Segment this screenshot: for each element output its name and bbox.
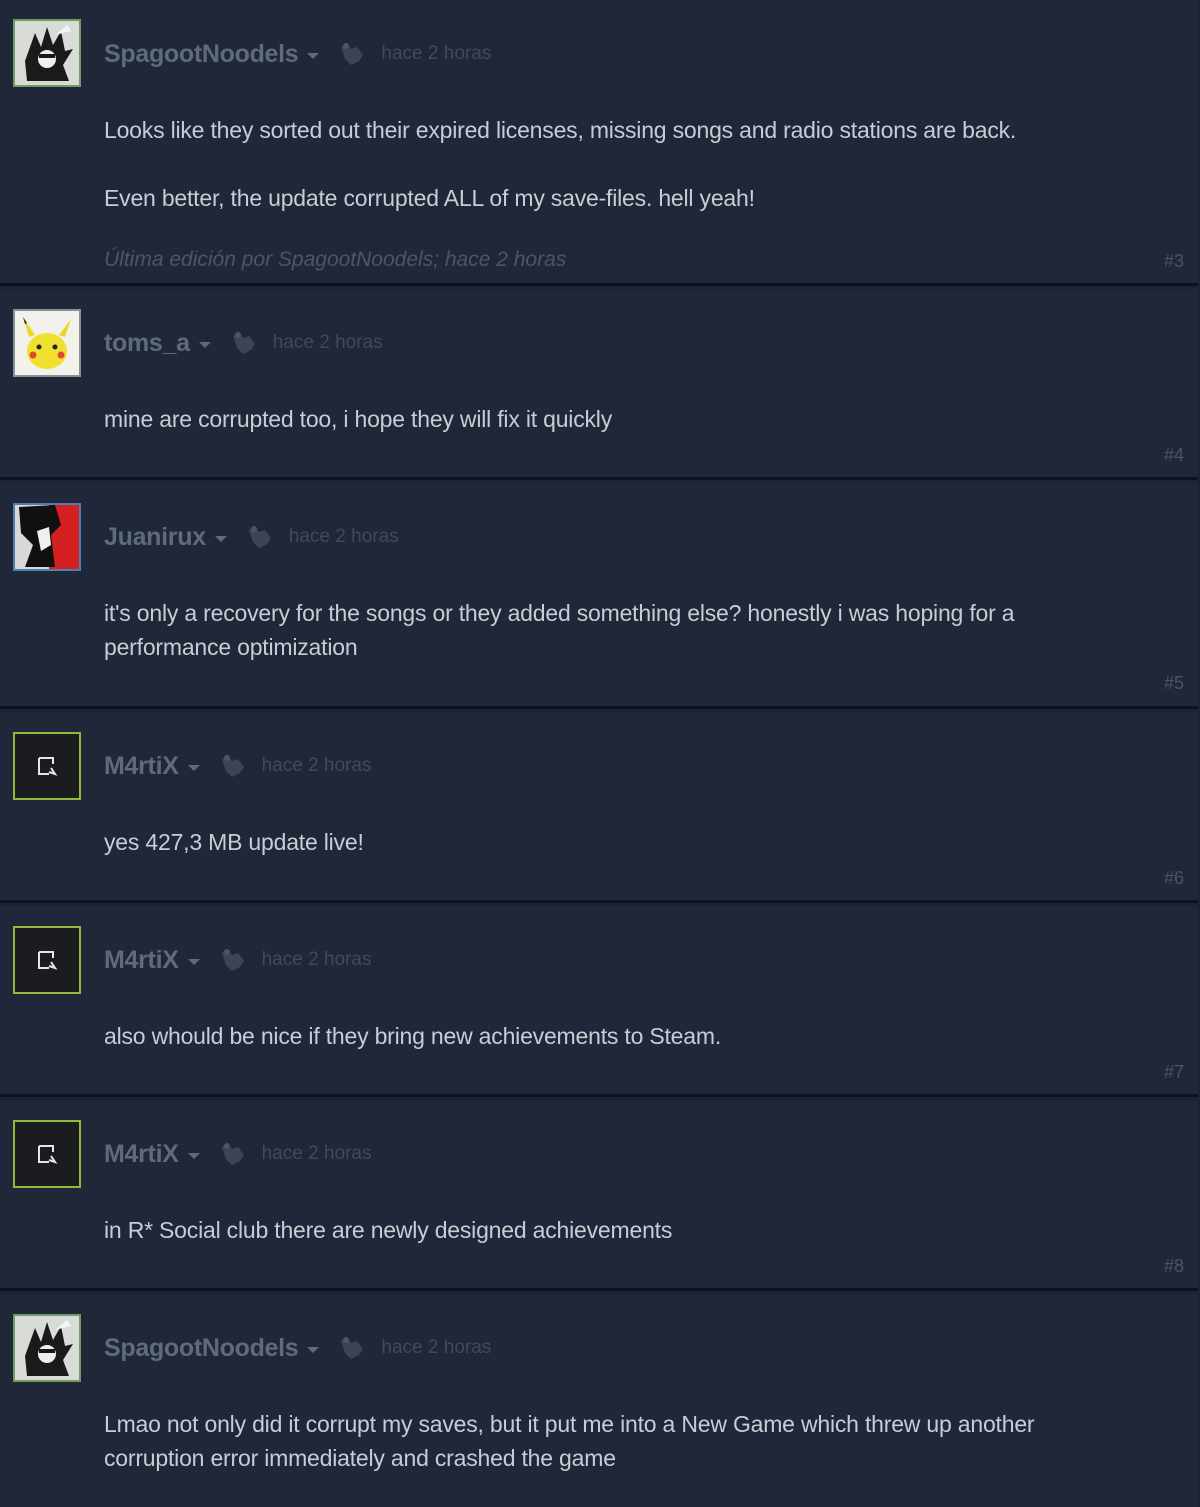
- chevron-down-icon[interactable]: [187, 1152, 200, 1159]
- comment-number[interactable]: #7: [1164, 1062, 1184, 1083]
- comment-paragraph: in R* Social club there are newly design…: [104, 1217, 673, 1243]
- chevron-down-icon[interactable]: [307, 52, 320, 59]
- comment-thread: SpagootNoodels hace 2 horas Looks like t…: [0, 0, 1200, 1507]
- edit-note: Última edición por SpagootNoodels; hace …: [104, 248, 567, 271]
- comment: SpagootNoodels hace 2 horas Lmao not onl…: [0, 1294, 1198, 1507]
- award-hand-icon[interactable]: [218, 947, 248, 973]
- comment: toms_a hace 2 horas mine are corrupted t…: [0, 289, 1198, 480]
- comment-number[interactable]: #3: [1164, 251, 1184, 272]
- comment: M4rtiX hace 2 horas yes 427,3 MB update …: [0, 712, 1198, 903]
- post-time[interactable]: hace 2 horas: [273, 332, 383, 354]
- comment-body: in R* Social club there are newly design…: [104, 1213, 1118, 1247]
- avatar[interactable]: [13, 926, 81, 994]
- spiky-hair-anime-avatar-icon: [15, 21, 79, 85]
- avatar[interactable]: [13, 309, 81, 377]
- comment-header: Juanirux hace 2 horas: [104, 519, 399, 555]
- chevron-down-icon[interactable]: [307, 1346, 320, 1353]
- chevron-down-icon[interactable]: [187, 958, 200, 965]
- avatar[interactable]: [13, 1314, 81, 1382]
- award-hand-icon[interactable]: [337, 1335, 367, 1361]
- post-time[interactable]: hace 2 horas: [381, 43, 491, 65]
- chevron-down-icon[interactable]: [214, 535, 227, 542]
- author-name[interactable]: toms_a: [104, 329, 190, 358]
- comment-header: M4rtiX hace 2 horas: [104, 942, 371, 978]
- comment-body: Looks like they sorted out their expired…: [104, 113, 1118, 215]
- avatar[interactable]: [13, 503, 81, 571]
- spiky-hair-anime-avatar-icon: [15, 1316, 79, 1380]
- comment-number[interactable]: #4: [1164, 445, 1184, 466]
- comment-number[interactable]: #8: [1164, 1256, 1184, 1277]
- comment-paragraph: Lmao not only did it corrupt my saves, b…: [104, 1411, 1035, 1471]
- chevron-down-icon[interactable]: [187, 764, 200, 771]
- post-time[interactable]: hace 2 horas: [262, 1143, 372, 1165]
- author-name[interactable]: M4rtiX: [104, 946, 179, 975]
- avatar[interactable]: [13, 19, 81, 87]
- comment-header: SpagootNoodels hace 2 horas: [104, 1330, 491, 1366]
- comment-number[interactable]: #6: [1164, 868, 1184, 889]
- pikachu-avatar-icon: [15, 311, 79, 375]
- avatar[interactable]: [13, 732, 81, 800]
- award-hand-icon[interactable]: [337, 41, 367, 67]
- comment-header: M4rtiX hace 2 horas: [104, 748, 371, 784]
- comment-body: Lmao not only did it corrupt my saves, b…: [104, 1407, 1118, 1475]
- comment-header: SpagootNoodels hace 2 horas: [104, 36, 491, 72]
- post-time[interactable]: hace 2 horas: [262, 755, 372, 777]
- avatar[interactable]: [13, 1120, 81, 1188]
- black-red-anime-avatar-icon: [15, 505, 79, 569]
- comment-paragraph: Looks like they sorted out their expired…: [104, 117, 1017, 143]
- comment-body: yes 427,3 MB update live!: [104, 825, 1118, 859]
- comment-body: mine are corrupted too, i hope they will…: [104, 402, 1118, 436]
- comment-paragraph: Even better, the update corrupted ALL of…: [104, 185, 755, 211]
- comment-header: toms_a hace 2 horas: [104, 325, 383, 361]
- broken-image-icon: [15, 1122, 79, 1186]
- comment: Juanirux hace 2 horas it's only a recove…: [0, 483, 1198, 709]
- comment-body: it's only a recovery for the songs or th…: [104, 596, 1118, 664]
- comment-paragraph: it's only a recovery for the songs or th…: [104, 600, 1015, 660]
- post-time[interactable]: hace 2 horas: [262, 949, 372, 971]
- award-hand-icon[interactable]: [218, 1141, 248, 1167]
- comment-paragraph: also whould be nice if they bring new ac…: [104, 1023, 722, 1049]
- award-hand-icon[interactable]: [229, 330, 259, 356]
- author-name[interactable]: M4rtiX: [104, 752, 179, 781]
- comment-paragraph: yes 427,3 MB update live!: [104, 829, 364, 855]
- comment: M4rtiX hace 2 horas also whould be nice …: [0, 906, 1198, 1097]
- award-hand-icon[interactable]: [218, 753, 248, 779]
- chevron-down-icon[interactable]: [198, 341, 211, 348]
- award-hand-icon[interactable]: [245, 524, 275, 550]
- author-name[interactable]: SpagootNoodels: [104, 40, 299, 69]
- broken-image-icon: [15, 734, 79, 798]
- comment-body: also whould be nice if they bring new ac…: [104, 1019, 1118, 1053]
- author-name[interactable]: M4rtiX: [104, 1140, 179, 1169]
- broken-image-icon: [15, 928, 79, 992]
- post-time[interactable]: hace 2 horas: [289, 526, 399, 548]
- comment: M4rtiX hace 2 horas in R* Social club th…: [0, 1100, 1198, 1291]
- comment-header: M4rtiX hace 2 horas: [104, 1136, 371, 1172]
- comment-number[interactable]: #5: [1164, 673, 1184, 694]
- comment-paragraph: mine are corrupted too, i hope they will…: [104, 406, 613, 432]
- comment: SpagootNoodels hace 2 horas Looks like t…: [0, 0, 1198, 286]
- author-name[interactable]: Juanirux: [104, 523, 206, 552]
- author-name[interactable]: SpagootNoodels: [104, 1334, 299, 1363]
- post-time[interactable]: hace 2 horas: [381, 1337, 491, 1359]
